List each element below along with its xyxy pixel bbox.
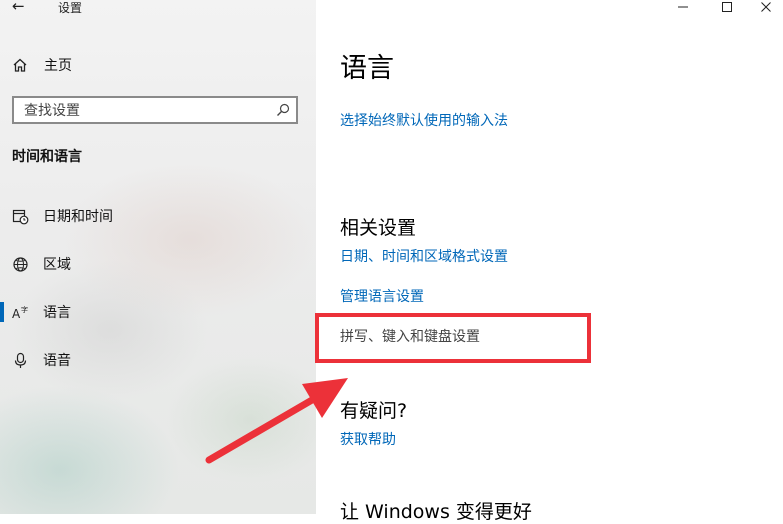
language-icon: A 字: [12, 304, 29, 321]
make-windows-better-heading: 让 Windows 变得更好: [340, 501, 532, 523]
sidebar-item-label: 语言: [43, 305, 71, 321]
sidebar-item-language[interactable]: A 字 语言: [0, 298, 316, 326]
back-button[interactable]: ←: [12, 0, 25, 15]
annotation-arrow-icon: [205, 378, 348, 464]
nav-home-label: 主页: [44, 58, 72, 74]
search-icon[interactable]: [276, 103, 290, 117]
close-button[interactable]: [743, 0, 783, 16]
default-input-method-link[interactable]: 选择始终默认使用的输入法: [340, 110, 508, 130]
related-settings-heading: 相关设置: [340, 217, 417, 239]
close-icon: [761, 2, 771, 12]
microphone-icon: [12, 352, 29, 369]
calendar-clock-icon: [12, 208, 29, 225]
search-box[interactable]: [12, 96, 298, 124]
svg-text:A: A: [12, 307, 21, 321]
sidebar-item-region[interactable]: 区域: [0, 250, 316, 278]
manage-language-settings-link[interactable]: 管理语言设置: [340, 286, 424, 306]
search-input[interactable]: [22, 101, 266, 121]
home-icon: [13, 58, 27, 72]
globe-icon: [12, 256, 29, 273]
maximize-icon: [722, 2, 732, 12]
sidebar-item-date-time[interactable]: 日期和时间: [0, 202, 316, 230]
sidebar-item-label: 区域: [43, 257, 71, 273]
sidebar-item-label: 语音: [43, 353, 71, 369]
nav-home[interactable]: 主页: [12, 53, 302, 77]
questions-heading: 有疑问?: [340, 400, 408, 422]
annotation-highlight-box: [315, 313, 591, 363]
sidebar-item-label: 日期和时间: [43, 209, 113, 225]
page-title: 语言: [340, 53, 394, 84]
minimize-icon: [678, 6, 688, 8]
date-time-region-format-link[interactable]: 日期、时间和区域格式设置: [340, 246, 508, 266]
svg-text:字: 字: [21, 305, 28, 314]
minimize-button[interactable]: [660, 0, 706, 16]
section-title: 时间和语言: [12, 149, 82, 165]
window-title: 设置: [58, 1, 83, 15]
get-help-link[interactable]: 获取帮助: [340, 429, 396, 449]
